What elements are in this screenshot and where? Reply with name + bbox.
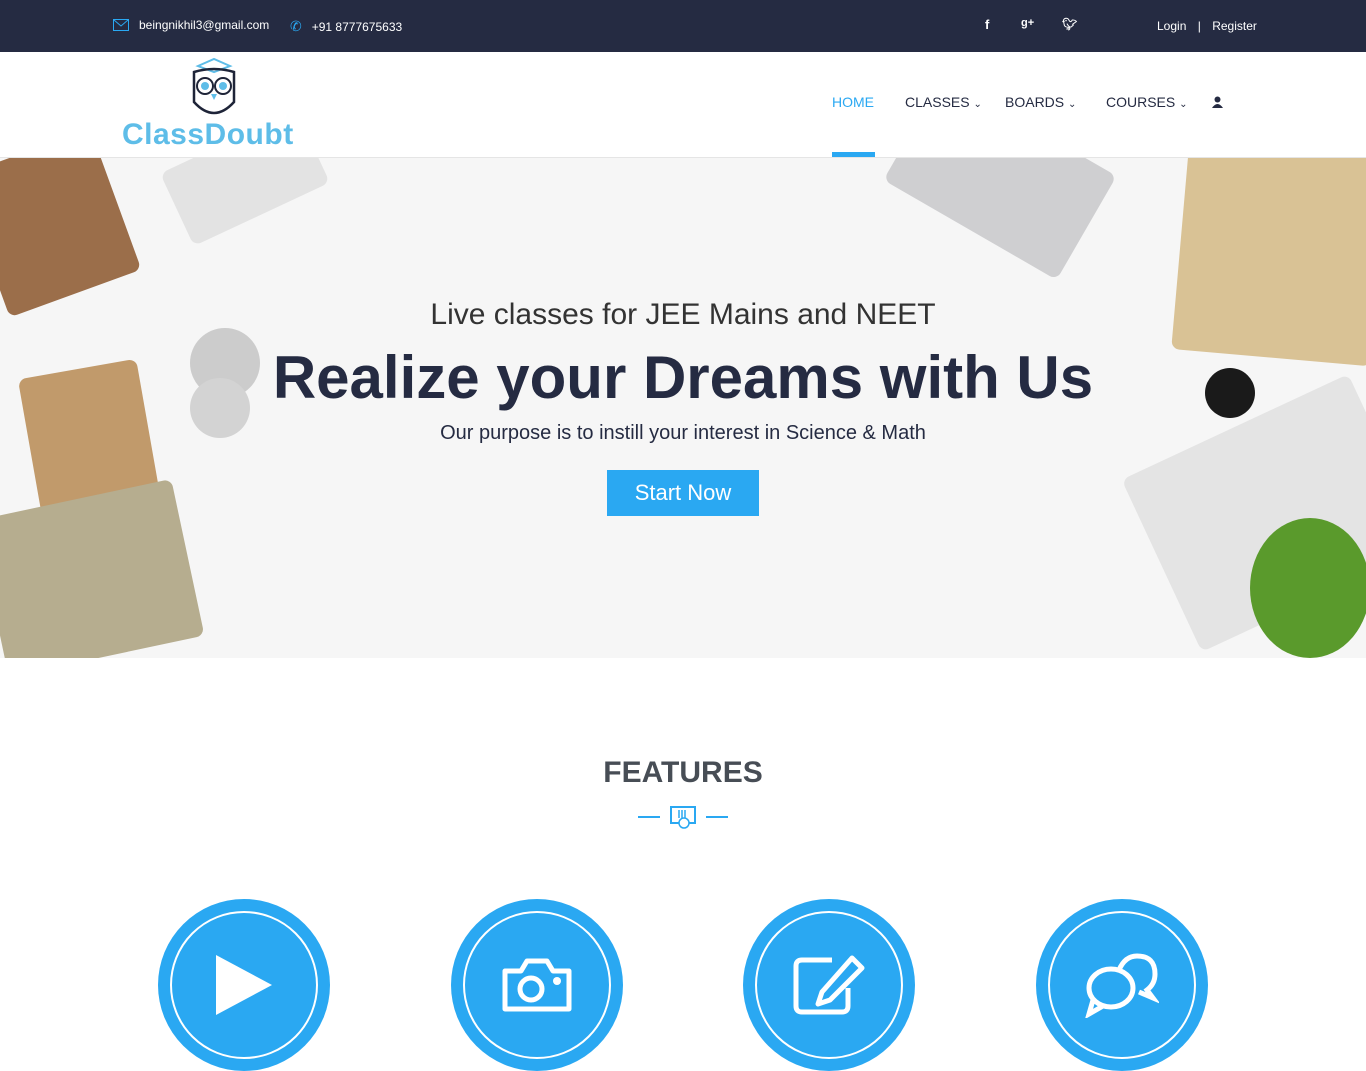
- chevron-down-icon: ⌄: [1068, 99, 1077, 110]
- phone-text: +91 8777675633: [311, 19, 403, 34]
- features-title: FEATURES: [603, 756, 763, 789]
- chat-icon: [1085, 953, 1159, 1018]
- deco-paint-palette: [160, 158, 330, 246]
- twitter-icon[interactable]: 🐦︎: [1062, 17, 1077, 31]
- feature-ring: [1048, 911, 1196, 1059]
- user-icon[interactable]: [1212, 96, 1223, 108]
- phone-contact[interactable]: ✆ +91 8777675633: [290, 18, 402, 35]
- register-link[interactable]: Register: [1212, 19, 1257, 33]
- feature-ring: [170, 911, 318, 1059]
- active-nav-indicator: [832, 152, 875, 157]
- nav-home[interactable]: HOME: [832, 94, 874, 110]
- hero-title: Realize your Dreams with Us: [272, 344, 1094, 411]
- deco-notebook: [1171, 158, 1366, 367]
- google-plus-icon[interactable]: g+: [1021, 17, 1034, 29]
- feature-video[interactable]: [158, 899, 330, 1071]
- hero-description: Our purpose is to instill your interest …: [440, 422, 926, 444]
- nav-classes-label: CLASSES: [905, 94, 970, 110]
- start-now-button[interactable]: Start Now: [607, 470, 759, 516]
- owl-logo-icon[interactable]: [188, 56, 240, 122]
- nav-boards-label: BOARDS: [1005, 94, 1065, 110]
- login-link[interactable]: Login: [1157, 19, 1186, 33]
- feature-ring: [463, 911, 611, 1059]
- divider-line: [638, 816, 660, 818]
- deco-notebook: [0, 158, 142, 318]
- edit-icon: [793, 955, 865, 1015]
- phone-icon: ✆: [290, 18, 302, 34]
- nav-courses[interactable]: COURSES ⌄: [1106, 94, 1188, 110]
- deco-laptop: [883, 158, 1117, 280]
- feature-ring: [755, 911, 903, 1059]
- feature-camera[interactable]: [451, 899, 623, 1071]
- play-icon: [216, 955, 272, 1015]
- auth-separator: |: [1197, 19, 1201, 33]
- email-text: beingnikhil3@gmail.com: [139, 18, 270, 32]
- nav-classes[interactable]: CLASSES ⌄: [905, 94, 982, 110]
- chevron-down-icon: ⌄: [1179, 99, 1188, 110]
- hero-section: Live classes for JEE Mains and NEET Real…: [0, 158, 1366, 658]
- envelope-icon: [113, 19, 129, 31]
- certificate-icon: [670, 806, 696, 829]
- logo-text[interactable]: ClassDoubt: [122, 118, 294, 152]
- nav-courses-label: COURSES: [1106, 94, 1176, 110]
- nav-boards[interactable]: BOARDS ⌄: [1005, 94, 1076, 110]
- email-contact[interactable]: beingnikhil3@gmail.com: [113, 18, 269, 32]
- hero-subtitle: Live classes for JEE Mains and NEET: [430, 298, 936, 331]
- deco-tin-box: [0, 478, 205, 658]
- top-bar: beingnikhil3@gmail.com ✆ +91 8777675633 …: [0, 0, 1366, 52]
- camera-icon: [502, 958, 572, 1012]
- divider-line: [706, 816, 728, 818]
- feature-discussion[interactable]: [1036, 899, 1208, 1071]
- feature-notes[interactable]: [743, 899, 915, 1071]
- chevron-down-icon: ⌄: [973, 99, 982, 110]
- facebook-icon[interactable]: f: [985, 17, 989, 32]
- deco-plant: [1250, 518, 1366, 658]
